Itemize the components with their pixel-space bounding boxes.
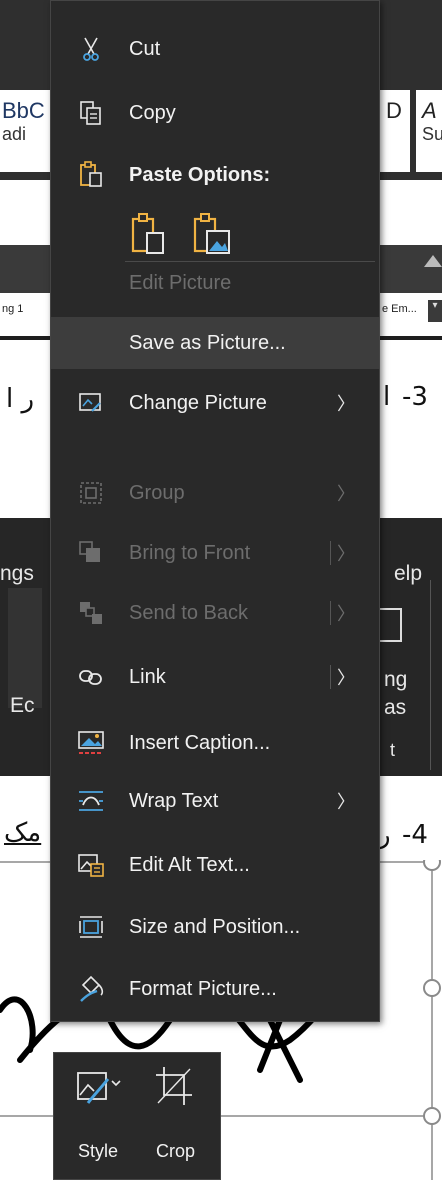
paste-as-picture-icon[interactable] — [191, 211, 235, 259]
ribbon-cmd-right-3[interactable]: t — [390, 740, 395, 761]
style-preview-text: D — [386, 98, 402, 123]
step3-text-right: ا — [383, 382, 391, 412]
menu-item-copy[interactable]: Copy — [51, 87, 379, 139]
paste-keep-formatting-icon[interactable] — [129, 211, 173, 259]
menu-item-format-picture[interactable]: Format Picture... — [51, 963, 379, 1015]
menu-item-label: Paste Options: — [129, 163, 271, 186]
crop-button-label: Crop — [156, 1141, 196, 1161]
step4-number: -4 — [402, 820, 428, 850]
style-button[interactable] — [74, 1067, 122, 1111]
ribbon-tab-right[interactable]: elp — [394, 562, 422, 586]
menu-item-group: Group 〉 — [51, 467, 379, 519]
ribbon-group-left — [8, 588, 42, 708]
menu-item-label: Link — [129, 665, 166, 688]
context-menu: Cut Copy Paste Options: Edit Picture Sav… — [50, 0, 380, 1022]
menu-item-size-and-position[interactable]: Size and Position... — [51, 901, 379, 953]
style-button-label: Style — [78, 1141, 119, 1161]
menu-item-wrap-text[interactable]: Wrap Text 〉 — [51, 775, 379, 827]
menu-item-change-picture[interactable]: Change Picture 〉 — [51, 377, 379, 429]
link-icon — [77, 663, 105, 691]
menu-item-label: Insert Caption... — [129, 731, 271, 754]
bring-to-front-icon — [77, 539, 105, 567]
ribbon-group-divider — [430, 580, 431, 770]
menu-item-label: Change Picture — [129, 391, 267, 414]
ribbon-cmd-right-2[interactable]: as — [384, 696, 406, 720]
picture-style-icon — [77, 1072, 121, 1104]
alt-text-icon — [77, 851, 105, 879]
style-name: adi — [2, 124, 27, 144]
submenu-arrow-icon: 〉 — [337, 544, 355, 564]
menu-item-label: Edit Alt Text... — [129, 853, 250, 876]
split-divider — [330, 541, 331, 565]
copy-icon — [77, 99, 105, 127]
style-chip-right[interactable]: e Em... — [380, 300, 426, 322]
menu-item-label: Save as Picture... — [129, 331, 286, 354]
split-divider — [330, 665, 331, 689]
crop-button[interactable] — [154, 1065, 196, 1109]
style-preview-text: BbC — [2, 98, 45, 123]
menu-item-link[interactable]: Link 〉 — [51, 651, 379, 703]
menu-item-label: Cut — [129, 37, 161, 60]
submenu-arrow-icon: 〉 — [337, 394, 355, 414]
style-name: Su — [422, 124, 442, 144]
menu-item-label: Bring to Front — [129, 541, 251, 564]
menu-item-save-as-picture[interactable]: Save as Picture... — [51, 317, 379, 369]
split-divider — [330, 601, 331, 625]
step3-number: -3 — [402, 382, 428, 412]
group-icon — [77, 479, 105, 507]
crop-icon — [156, 1067, 192, 1105]
insert-caption-icon — [77, 729, 105, 757]
menu-item-edit-picture: Edit Picture — [51, 257, 379, 309]
ribbon-button-icon[interactable] — [380, 608, 402, 642]
style-chip-left[interactable]: ng 1 — [0, 300, 42, 322]
wrap-text-icon — [77, 787, 105, 815]
menu-item-send-to-back: Send to Back 〉 — [51, 587, 379, 639]
menu-item-label: Group — [129, 481, 185, 504]
menu-item-label: Wrap Text — [129, 789, 219, 812]
menu-item-edit-alt-text[interactable]: Edit Alt Text... — [51, 839, 379, 891]
ribbon-cmd-left[interactable]: Ec — [10, 694, 35, 718]
paint-bucket-icon — [77, 975, 105, 1003]
submenu-arrow-icon: 〉 — [337, 792, 355, 812]
menu-item-label: Copy — [129, 101, 176, 124]
step4-text-left: مک — [4, 818, 42, 848]
ribbon-cmd-right-1[interactable]: ng — [384, 668, 407, 692]
size-position-icon — [77, 913, 105, 941]
style-gallery-more-button[interactable]: ▾ — [428, 300, 442, 322]
submenu-arrow-icon: 〉 — [337, 668, 355, 688]
menu-item-cut[interactable]: Cut — [51, 23, 379, 75]
style-gallery-item-right-1[interactable]: D — [380, 90, 410, 172]
resize-handle-icon[interactable] — [423, 860, 441, 871]
resize-handle-icon[interactable] — [423, 1107, 441, 1125]
menu-item-bring-to-front: Bring to Front 〉 — [51, 527, 379, 579]
indent-marker-icon[interactable] — [424, 255, 442, 267]
style-gallery-item-right-2[interactable]: A Su — [416, 90, 442, 172]
ribbon-tab-left[interactable]: ngs — [0, 562, 34, 586]
submenu-arrow-icon: 〉 — [337, 604, 355, 624]
menu-item-label: Edit Picture — [129, 271, 232, 294]
submenu-arrow-icon: 〉 — [337, 484, 355, 504]
clipboard-icon — [77, 161, 105, 189]
style-preview-text: A — [422, 98, 437, 123]
resize-handle-icon[interactable] — [423, 979, 441, 997]
send-to-back-icon — [77, 599, 105, 627]
menu-item-insert-caption[interactable]: Insert Caption... — [51, 717, 379, 769]
style-gallery-item-left[interactable]: BbC adi — [0, 90, 50, 172]
picture-mini-toolbar: Style Crop — [53, 1052, 221, 1180]
change-picture-icon — [77, 389, 105, 417]
step3-text-left: ر ا — [6, 384, 35, 414]
scissors-icon — [77, 35, 105, 63]
menu-item-label: Send to Back — [129, 601, 248, 624]
paste-options-header: Paste Options: — [51, 149, 379, 201]
menu-item-label: Format Picture... — [129, 977, 277, 1000]
menu-item-label: Size and Position... — [129, 915, 301, 938]
